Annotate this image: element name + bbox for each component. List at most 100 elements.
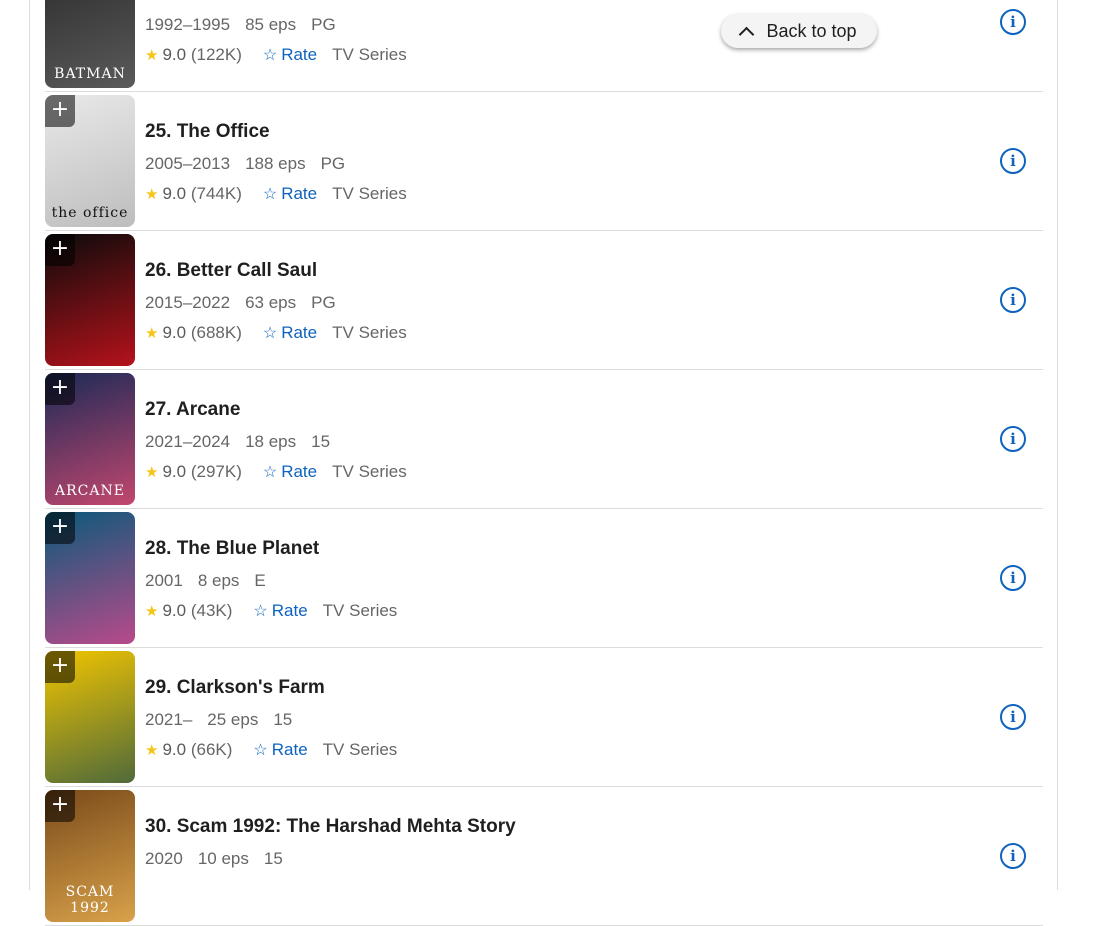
year-range: 2021–2024 — [145, 432, 231, 451]
info-icon[interactable]: i — [1000, 9, 1026, 35]
rating-value: 9.0 — [162, 601, 187, 620]
imdb-rating: 9.0 (297K) — [162, 462, 241, 482]
info-icon[interactable]: i — [1000, 426, 1026, 452]
info-icon[interactable]: i — [1000, 565, 1026, 591]
star-outline-icon: ☆ — [253, 742, 268, 759]
rating-value: 9.0 — [162, 184, 187, 203]
poster-image[interactable]: + the office — [45, 95, 135, 227]
title-link[interactable]: 29. Clarkson's Farm — [145, 677, 325, 699]
title-link[interactable]: 26. Better Call Saul — [145, 260, 317, 282]
star-icon: ★ — [145, 603, 159, 620]
title-type: TV Series — [332, 45, 407, 64]
rate-label: Rate — [271, 740, 308, 759]
episode-count: 85 eps — [245, 15, 297, 34]
add-to-watchlist-icon[interactable]: + — [45, 512, 75, 544]
star-outline-icon: ☆ — [262, 325, 278, 342]
list-item: + BATMAN 1992–1995 85 eps PG ★ 9.0 (122K) … — [45, 0, 1043, 92]
rating-row: ★ 9.0 (122K) ☆ Rate TV Series — [145, 45, 407, 65]
vote-count: (43K) — [190, 601, 233, 620]
rate-button[interactable]: ☆ Rate — [253, 740, 307, 760]
year-range: 2015–2022 — [145, 293, 231, 312]
rating-value: 9.0 — [162, 323, 187, 342]
rate-button[interactable]: ☆ Rate — [263, 323, 317, 343]
title-metadata: 2005–2013 188 eps PG — [145, 154, 360, 174]
star-icon: ★ — [145, 47, 159, 64]
vote-count: (297K) — [190, 462, 242, 481]
star-icon: ★ — [145, 742, 159, 759]
info-icon[interactable]: i — [1000, 148, 1026, 174]
rate-label: Rate — [281, 323, 318, 342]
year-range: 2021– — [145, 710, 193, 729]
title-type: TV Series — [322, 740, 398, 759]
certificate: E — [254, 571, 266, 590]
rating-row: ★ 9.0 (688K) ☆ Rate TV Series — [145, 323, 407, 343]
rate-button[interactable]: ☆ Rate — [263, 184, 317, 204]
list-item: + the office 25. The Office 2005–2013 188… — [45, 92, 1043, 231]
rate-button[interactable]: ☆ Rate — [253, 601, 307, 621]
poster-image[interactable]: + BATMAN — [45, 0, 135, 88]
rate-label: Rate — [281, 45, 318, 64]
poster-image[interactable]: + — [45, 651, 135, 783]
list-item: + SCAM 1992 30. Scam 1992: The Harshad M… — [45, 787, 1043, 926]
info-icon[interactable]: i — [1000, 843, 1026, 869]
list-item: + ARCANE 27. Arcane 2021–2024 18 eps 15 ★ … — [45, 370, 1043, 509]
poster-image[interactable]: + — [45, 234, 135, 366]
certificate: 15 — [311, 432, 331, 451]
episode-count: 10 eps — [197, 849, 249, 868]
episode-count: 25 eps — [207, 710, 259, 729]
episode-count: 18 eps — [245, 432, 297, 451]
rating-row: ★ 9.0 (43K) ☆ Rate TV Series — [145, 601, 397, 621]
list-item: + 26. Better Call Saul 2015–2022 63 eps PG… — [45, 231, 1043, 370]
rate-label: Rate — [271, 601, 308, 620]
add-to-watchlist-icon[interactable]: + — [45, 651, 75, 683]
star-outline-icon: ☆ — [262, 464, 278, 481]
title-list: + BATMAN 1992–1995 85 eps PG ★ 9.0 (122K) … — [45, 0, 1043, 926]
star-icon: ★ — [145, 325, 159, 342]
list-item: + 28. The Blue Planet 2001 8 eps E ★ 9.0 (… — [45, 509, 1043, 648]
title-link[interactable]: 25. The Office — [145, 121, 270, 143]
poster-image[interactable]: + SCAM 1992 — [45, 790, 135, 922]
imdb-rating: 9.0 (688K) — [162, 323, 241, 343]
rate-button[interactable]: ☆ Rate — [263, 462, 317, 482]
info-icon[interactable]: i — [1000, 287, 1026, 313]
episode-count: 63 eps — [245, 293, 297, 312]
title-link[interactable]: 28. The Blue Planet — [145, 538, 319, 560]
certificate: PG — [311, 293, 336, 312]
rating-row: ★ 9.0 (744K) ☆ Rate TV Series — [145, 184, 407, 204]
rating-value: 9.0 — [162, 740, 187, 759]
star-outline-icon: ☆ — [262, 47, 278, 64]
episode-count: 188 eps — [245, 154, 306, 173]
certificate: PG — [320, 154, 346, 173]
imdb-rating: 9.0 (66K) — [162, 740, 232, 760]
rate-label: Rate — [281, 184, 318, 203]
rating-value: 9.0 — [162, 462, 187, 481]
poster-image[interactable]: + ARCANE — [45, 373, 135, 505]
star-icon: ★ — [145, 186, 159, 203]
poster-caption: the office — [51, 205, 129, 221]
poster-image[interactable]: + — [45, 512, 135, 644]
add-to-watchlist-icon[interactable]: + — [45, 790, 75, 822]
title-link[interactable]: 27. Arcane — [145, 399, 240, 421]
info-icon[interactable]: i — [1000, 704, 1026, 730]
add-to-watchlist-icon[interactable]: + — [45, 234, 75, 266]
vote-count: (66K) — [190, 740, 233, 759]
certificate: 15 — [263, 849, 283, 868]
add-to-watchlist-icon[interactable]: + — [45, 373, 75, 405]
poster-caption: SCAM 1992 — [65, 884, 115, 916]
title-type: TV Series — [332, 323, 407, 342]
star-icon: ★ — [145, 464, 159, 481]
rate-button[interactable]: ☆ Rate — [263, 45, 317, 65]
star-outline-icon: ☆ — [262, 186, 278, 203]
title-link[interactable]: 30. Scam 1992: The Harshad Mehta Story — [145, 816, 516, 838]
certificate: 15 — [273, 710, 293, 729]
chevron-up-icon — [739, 26, 755, 42]
title-metadata: 2021– 25 eps 15 — [145, 710, 307, 730]
certificate: PG — [311, 15, 336, 34]
imdb-rating: 9.0 (43K) — [162, 601, 232, 621]
add-to-watchlist-icon[interactable]: + — [45, 95, 75, 127]
vote-count: (122K) — [190, 45, 242, 64]
star-outline-icon: ☆ — [253, 603, 268, 620]
poster-caption: ARCANE — [55, 483, 125, 499]
back-to-top-button[interactable]: Back to top — [721, 14, 877, 48]
episode-count: 8 eps — [197, 571, 240, 590]
